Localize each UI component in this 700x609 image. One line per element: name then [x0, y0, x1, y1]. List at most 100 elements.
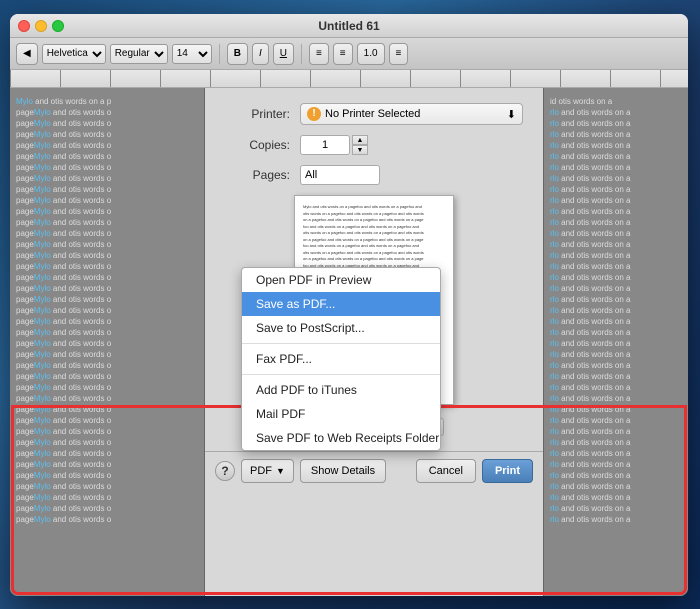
toolbar: ◀ Helvetica Regular 14 B I U ≡ ≡ 1.0 ≡	[10, 38, 688, 70]
pdf-menu-save-pdf[interactable]: Save as PDF...	[242, 292, 440, 316]
titlebar: Untitled 61	[10, 14, 688, 38]
copies-decrement-btn[interactable]: ▼	[352, 145, 368, 155]
pdf-menu-mail[interactable]: Mail PDF	[242, 402, 440, 426]
doc-line-28: pageMylo and otis words o	[16, 404, 198, 415]
printer-dropdown-arrow: ⬇	[507, 108, 516, 121]
desktop: osxdaily.com Untitled 61 ◀ Helvetica Reg…	[0, 0, 700, 609]
right-line-25: rlo and otis words on a	[550, 371, 682, 382]
doc-line-36: pageMylo and otis words o	[16, 492, 198, 503]
window-title: Untitled 61	[318, 19, 379, 33]
right-line-0: id otis words on a	[550, 96, 682, 107]
help-button[interactable]: ?	[215, 461, 235, 481]
preview-line: otis words on a pagefoo and otis words o…	[303, 250, 445, 256]
doc-line-0: Mylo and otis words on a p	[16, 96, 198, 107]
pdf-button[interactable]: PDF ▼	[241, 459, 294, 483]
right-line-26: rlo and otis words on a	[550, 382, 682, 393]
right-line-1: rlo and otis words on a	[550, 107, 682, 118]
right-line-14: rlo and otis words on a	[550, 250, 682, 261]
ruler-marks	[10, 70, 688, 87]
printer-value: No Printer Selected	[325, 108, 420, 120]
doc-line-37: pageMylo and otis words o	[16, 503, 198, 514]
right-line-5: rlo and otis words on a	[550, 151, 682, 162]
doc-line-10: pageMylo and otis words o	[16, 206, 198, 217]
printer-label: Printer:	[225, 107, 290, 121]
doc-line-25: pageMylo and otis words o	[16, 371, 198, 382]
preview-line: on a pagefoo and otis words on a pagefoo…	[303, 217, 445, 223]
doc-line-1: pageMylo and otis words o	[16, 107, 198, 118]
right-line-32: rlo and otis words on a	[550, 448, 682, 459]
pdf-menu-sep-1	[242, 343, 440, 344]
copies-input[interactable]	[300, 135, 350, 155]
close-button[interactable]	[18, 20, 30, 32]
doc-left-panel: Mylo and otis words on a p pageMylo and …	[10, 88, 205, 596]
line-spacing-btn[interactable]: 1.0	[357, 43, 385, 65]
doc-line-38: pageMylo and otis words o	[16, 514, 198, 525]
doc-line-27: pageMylo and otis words o	[16, 393, 198, 404]
pdf-menu-save-postscript[interactable]: Save to PostScript...	[242, 316, 440, 340]
align-center-btn[interactable]: ≡	[333, 43, 353, 65]
doc-line-20: pageMylo and otis words o	[16, 316, 198, 327]
italic-btn[interactable]: I	[252, 43, 269, 65]
cancel-button[interactable]: Cancel	[416, 459, 476, 483]
toolbar-back-btn[interactable]: ◀	[16, 43, 38, 65]
pdf-btn-group: PDF ▼	[241, 459, 294, 483]
right-line-20: rlo and otis words on a	[550, 316, 682, 327]
doc-line-35: pageMylo and otis words o	[16, 481, 198, 492]
doc-line-3: pageMylo and otis words o	[16, 129, 198, 140]
show-details-button[interactable]: Show Details	[300, 459, 386, 483]
copies-stepper: ▲ ▼	[352, 135, 368, 155]
right-line-23: rlo and otis words on a	[550, 349, 682, 360]
right-line-19: rlo and otis words on a	[550, 305, 682, 316]
doc-line-18: pageMylo and otis words o	[16, 294, 198, 305]
bold-btn[interactable]: B	[227, 43, 248, 65]
print-dialog: Printer: ! No Printer Selected ⬇ Copies:	[205, 88, 543, 596]
preview-line: on a pagefoo and otis words on a pagefoo…	[303, 237, 445, 243]
printer-row: Printer: ! No Printer Selected ⬇	[225, 103, 523, 125]
pages-input[interactable]	[300, 165, 380, 185]
copies-label: Copies:	[225, 138, 290, 152]
pdf-menu-fax[interactable]: Fax PDF...	[242, 347, 440, 371]
printer-select[interactable]: ! No Printer Selected ⬇	[300, 103, 523, 125]
list-btn[interactable]: ≡	[389, 43, 409, 65]
preview-line: on a pagefoo and otis words on a pagefoo…	[303, 256, 445, 262]
right-line-2: rlo and otis words on a	[550, 118, 682, 129]
doc-line-23: pageMylo and otis words o	[16, 349, 198, 360]
right-line-34: rlo and otis words on a	[550, 470, 682, 481]
right-line-3: rlo and otis words on a	[550, 129, 682, 140]
preview-line: Mylo and otis words on a pagefoo and oti…	[303, 204, 445, 210]
doc-line-9: pageMylo and otis words o	[16, 195, 198, 206]
right-line-4: rlo and otis words on a	[550, 140, 682, 151]
right-line-17: rlo and otis words on a	[550, 283, 682, 294]
right-line-22: rlo and otis words on a	[550, 338, 682, 349]
main-window: Untitled 61 ◀ Helvetica Regular 14 B I U…	[10, 14, 688, 596]
font-family-select[interactable]: Helvetica	[42, 44, 106, 64]
pdf-menu-web-receipts[interactable]: Save PDF to Web Receipts Folder	[242, 426, 440, 450]
right-line-12: rlo and otis words on a	[550, 228, 682, 239]
right-line-36: rlo and otis words on a	[550, 492, 682, 503]
right-line-38: rlo and otis words on a	[550, 514, 682, 525]
underline-btn[interactable]: U	[273, 43, 294, 65]
pdf-menu-add-itunes[interactable]: Add PDF to iTunes	[242, 378, 440, 402]
print-button[interactable]: Print	[482, 459, 533, 483]
font-style-select[interactable]: Regular	[110, 44, 168, 64]
right-line-30: rlo and otis words on a	[550, 426, 682, 437]
content-area: Mylo and otis words on a p pageMylo and …	[10, 88, 688, 596]
doc-line-33: pageMylo and otis words o	[16, 459, 198, 470]
preview-line: otis words on a pagefoo and otis words o…	[303, 211, 445, 217]
doc-line-12: pageMylo and otis words o	[16, 228, 198, 239]
doc-line-16: pageMylo and otis words o	[16, 272, 198, 283]
doc-line-8: pageMylo and otis words o	[16, 184, 198, 195]
doc-line-22: pageMylo and otis words o	[16, 338, 198, 349]
right-line-6: rlo and otis words on a	[550, 162, 682, 173]
doc-line-21: pageMylo and otis words o	[16, 327, 198, 338]
maximize-button[interactable]	[52, 20, 64, 32]
right-line-29: rlo and otis words on a	[550, 415, 682, 426]
align-left-btn[interactable]: ≡	[309, 43, 329, 65]
minimize-button[interactable]	[35, 20, 47, 32]
right-line-27: rlo and otis words on a	[550, 393, 682, 404]
pdf-menu-open-preview[interactable]: Open PDF in Preview	[242, 268, 440, 292]
doc-line-32: pageMylo and otis words o	[16, 448, 198, 459]
copies-increment-btn[interactable]: ▲	[352, 135, 368, 145]
traffic-lights	[18, 20, 64, 32]
font-size-select[interactable]: 14	[172, 44, 212, 64]
